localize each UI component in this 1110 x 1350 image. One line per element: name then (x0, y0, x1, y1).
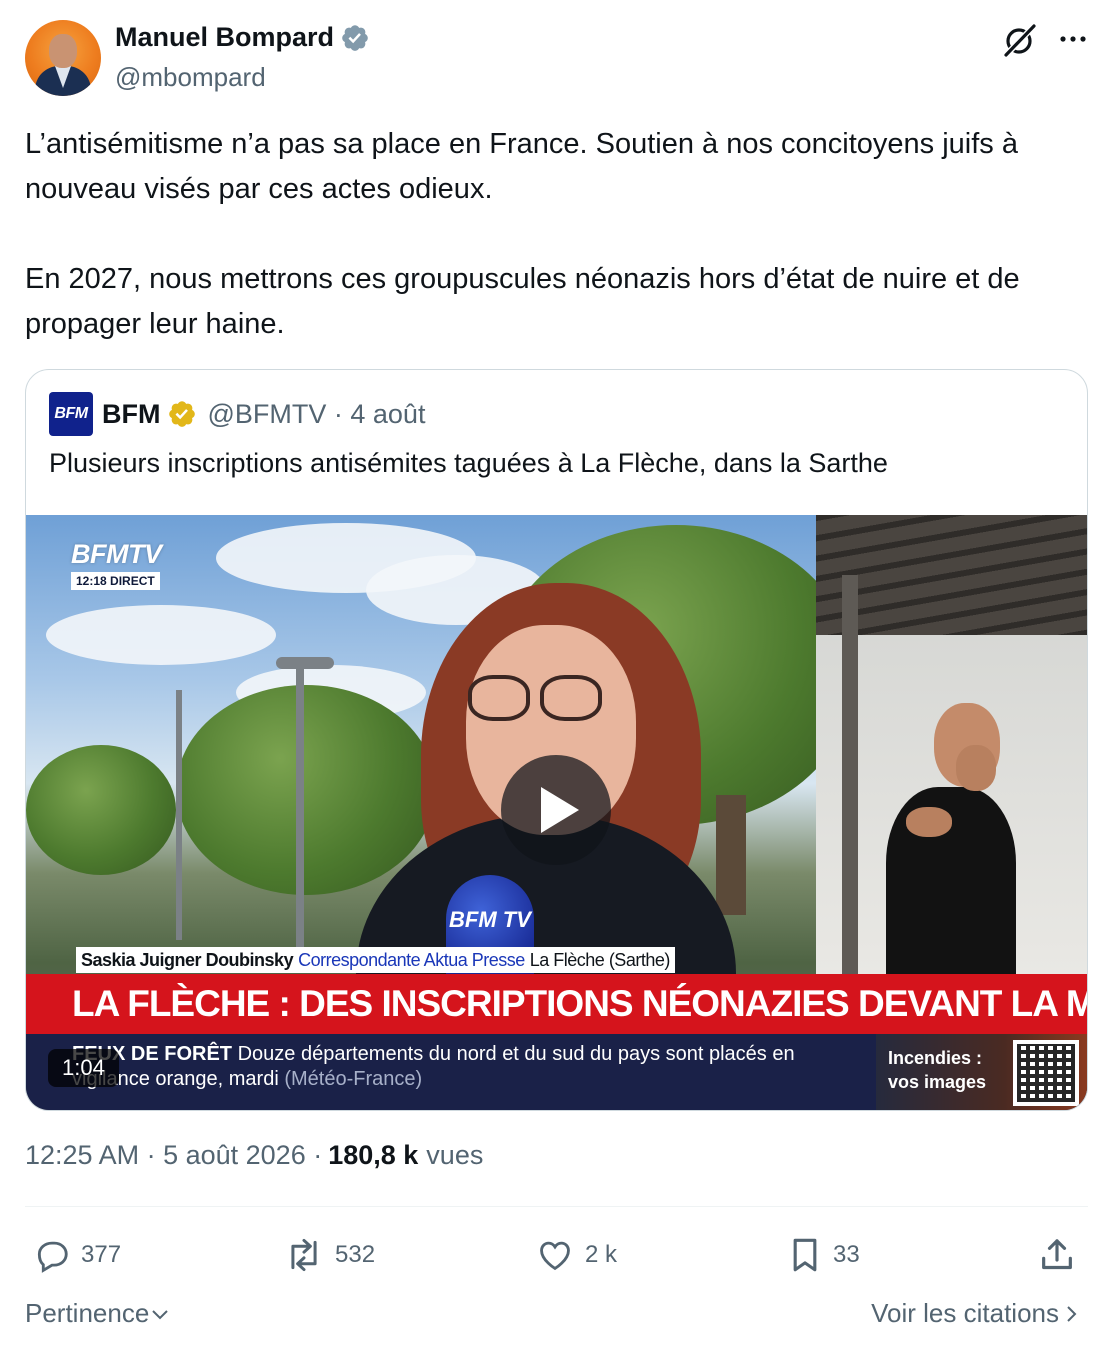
lower-third-role: Correspondante Aktua Presse (298, 950, 525, 970)
reply-count: 377 (81, 1241, 122, 1268)
action-bar: 377 532 2 k 33 (25, 1230, 1088, 1280)
video-scene (276, 657, 334, 669)
repost-icon (291, 1238, 317, 1272)
ticker-text: FEUX DE FORÊT Douze départements du nord… (72, 1042, 872, 1092)
repost-button[interactable]: 532 (283, 1230, 375, 1280)
video-duration: 1:04 (48, 1049, 119, 1087)
views-count: 180,8 k (328, 1140, 419, 1170)
video-scene (540, 675, 602, 721)
like-count: 2 k (585, 1241, 618, 1268)
chevron-right-icon (1067, 1305, 1077, 1322)
verified-badge-icon (342, 24, 368, 51)
promo-line-1: Incendies : (888, 1048, 983, 1068)
author-name-row: Manuel Bompard (115, 22, 370, 53)
video-scene (176, 690, 182, 940)
lower-third-place: La Flèche (Sarthe) (529, 950, 671, 970)
chevron-down-icon (152, 1309, 169, 1319)
bookmark-count: 33 (833, 1241, 860, 1268)
news-ticker: FEUX DE FORÊT Douze départements du nord… (26, 1034, 1087, 1110)
like-button[interactable]: 2 k (535, 1230, 617, 1280)
divider (25, 1206, 1088, 1207)
play-button[interactable] (501, 755, 611, 865)
sort-label: Pertinence (25, 1298, 150, 1328)
quoted-tweet-text: Plusieurs inscriptions antisémites tagué… (49, 448, 888, 478)
video-player[interactable]: BFM TV BFMTV 12:18 DIRECT Saskia Juigner… (26, 515, 1088, 1110)
share-button[interactable] (1037, 1230, 1087, 1280)
lower-third: Saskia Juigner Doubinsky Correspondante … (76, 947, 675, 973)
bookmark-icon (793, 1238, 817, 1272)
tweet-meta: 12:25 AM · 5 août 2026 · 180,8 k vues (25, 1140, 483, 1171)
live-time: 12:18 DIRECT (71, 572, 160, 590)
author-avatar[interactable] (25, 20, 101, 96)
video-scene (956, 745, 996, 791)
author-handle[interactable]: @mbompard (115, 62, 266, 93)
ticker-source: (Météo-France) (284, 1068, 423, 1090)
share-icon (1042, 1239, 1072, 1270)
play-icon (541, 787, 579, 833)
video-scene (906, 807, 952, 837)
author-name[interactable]: Manuel Bompard (115, 22, 334, 53)
quoted-tweet-card[interactable]: BFM BFM @BFMTV · 4 août Plusieurs inscri… (25, 369, 1088, 1111)
lower-third-name: Saskia Juigner Doubinsky (81, 950, 294, 970)
video-scene (26, 745, 176, 875)
view-quotes-label: Voir les citations (871, 1298, 1059, 1328)
sort-dropdown[interactable]: Pertinence (25, 1298, 171, 1329)
verified-badge-icon (169, 401, 196, 427)
tweet-text: L’antisémitisme n’a pas sa place en Fran… (25, 122, 1085, 347)
grok-icon[interactable] (1002, 22, 1038, 58)
promo-text: Incendies : vos images (888, 1046, 986, 1094)
quoted-author-name[interactable]: BFM (102, 399, 160, 430)
promo-box: Incendies : vos images (876, 1034, 1087, 1110)
tweet-paragraph-2: En 2027, nous mettrons ces groupuscules … (25, 263, 1020, 340)
tweet-paragraph-1: L’antisémitisme n’a pas sa place en Fran… (25, 128, 1018, 205)
video-scene (296, 665, 304, 955)
headline-text: LA FLÈCHE : DES INSCRIPTIONS NÉONAZIES D… (72, 983, 1088, 1024)
headline-band: LA FLÈCHE : DES INSCRIPTIONS NÉONAZIES D… (26, 974, 1088, 1034)
video-scene (176, 685, 436, 895)
tweet-header: Manuel Bompard @mbompard (25, 20, 1090, 100)
promo-line-2: vos images (888, 1072, 987, 1092)
channel-logo: BFMTV (71, 539, 162, 569)
repost-count: 532 (335, 1241, 376, 1268)
tweet-timestamp[interactable]: 12:25 AM · 5 août 2026 · (25, 1140, 322, 1171)
more-icon[interactable] (1056, 24, 1090, 54)
reply-button[interactable]: 377 (33, 1230, 121, 1280)
view-quotes-link[interactable]: Voir les citations (871, 1298, 1083, 1329)
reply-icon (37, 1241, 68, 1273)
quoted-tweet-header: BFM BFM @BFMTV · 4 août (49, 392, 425, 436)
avatar-figure-face (49, 34, 77, 68)
quoted-handle-date: @BFMTV · 4 août (207, 398, 426, 429)
video-scene (468, 675, 530, 721)
video-scene (46, 605, 276, 665)
views-label: vues (426, 1140, 484, 1170)
video-scene (716, 795, 746, 915)
like-icon (540, 1241, 570, 1271)
qr-code (1013, 1040, 1079, 1106)
bookmark-button[interactable]: 33 (787, 1230, 860, 1280)
quoted-author-avatar[interactable]: BFM (49, 392, 93, 436)
channel-bug: BFMTV 12:18 DIRECT (71, 539, 162, 590)
